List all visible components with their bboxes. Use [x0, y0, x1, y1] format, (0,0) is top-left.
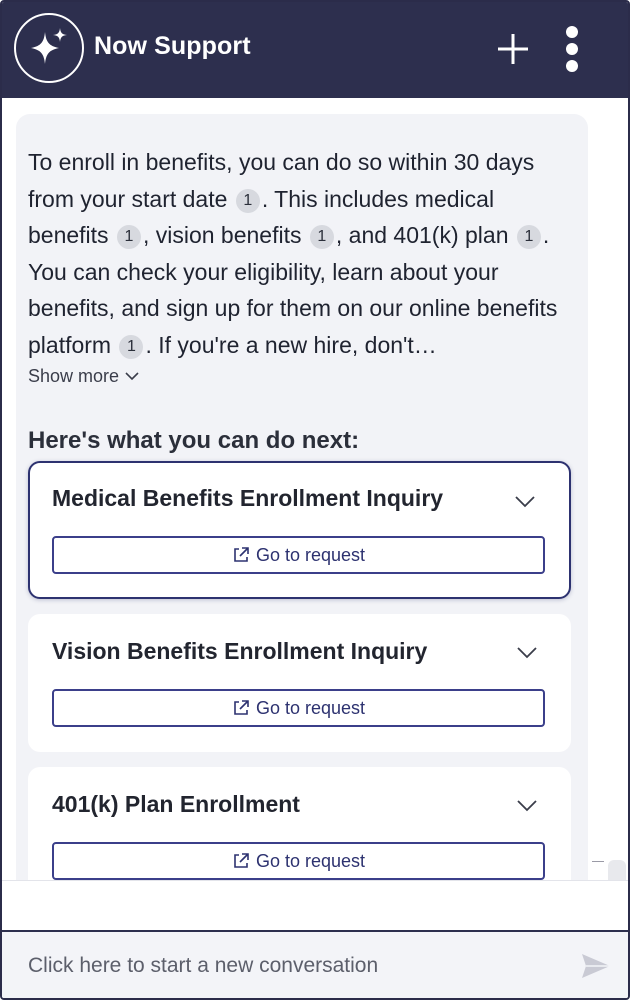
- send-icon[interactable]: [580, 952, 612, 980]
- spacer: [2, 880, 628, 930]
- card-title: Vision Benefits Enrollment Inquiry: [52, 638, 428, 664]
- citation-badge[interactable]: 1: [309, 225, 334, 249]
- chat-scroll-area[interactable]: To enroll in benefits, you can do so wit…: [2, 98, 628, 880]
- next-step-card[interactable]: Vision Benefits Enrollment Inquiry Go to…: [28, 614, 571, 752]
- assistant-message-text: To enroll in benefits, you can do so wit…: [28, 144, 563, 363]
- external-link-icon: [234, 700, 249, 715]
- divider: [592, 861, 604, 862]
- scrollbar-thumb[interactable]: [608, 860, 626, 880]
- new-chat-button[interactable]: [494, 30, 532, 68]
- sparkle-icon: [14, 13, 84, 83]
- citation-badge[interactable]: 1: [119, 334, 144, 359]
- message-text: , and 401(k) plan: [335, 222, 509, 248]
- chevron-down-icon[interactable]: [515, 797, 539, 813]
- kebab-menu-icon[interactable]: [560, 24, 584, 74]
- composer-bar: Click here to start a new conversation: [2, 930, 628, 998]
- message-text: . If you're a new hire, don't…: [145, 331, 437, 358]
- chevron-down-icon[interactable]: [513, 493, 537, 509]
- citation-badge[interactable]: 1: [235, 188, 260, 213]
- new-conversation-input[interactable]: Click here to start a new conversation: [28, 954, 548, 978]
- external-link-icon: [234, 547, 249, 562]
- scrollbar-track[interactable]: [590, 98, 628, 880]
- card-title: 401(k) Plan Enrollment: [52, 791, 300, 817]
- go-to-request-button[interactable]: Go to request: [52, 842, 545, 880]
- external-link-icon: [234, 853, 249, 868]
- citation-badge[interactable]: 1: [116, 225, 141, 249]
- citation-badge[interactable]: 1: [516, 225, 541, 249]
- go-to-request-button[interactable]: Go to request: [52, 689, 545, 727]
- assistant-message-bubble: To enroll in benefits, you can do so wit…: [16, 114, 588, 880]
- chat-window: Now Support To enroll in benefits, you c…: [0, 0, 630, 1000]
- go-to-request-label: Go to request: [255, 544, 366, 565]
- header-bar: Now Support: [2, 2, 628, 98]
- chevron-down-icon: [125, 372, 139, 381]
- go-to-request-button[interactable]: Go to request: [52, 536, 545, 574]
- chevron-down-icon[interactable]: [515, 644, 539, 660]
- next-step-card[interactable]: 401(k) Plan Enrollment Go to request: [28, 767, 571, 880]
- message-text: , vision benefits: [142, 222, 302, 248]
- app-title: Now Support: [94, 32, 251, 60]
- next-steps-heading: Here's what you can do next:: [28, 427, 360, 454]
- plus-icon: [498, 34, 528, 64]
- show-more-button[interactable]: Show more: [28, 366, 139, 387]
- go-to-request-label: Go to request: [255, 850, 366, 871]
- go-to-request-label: Go to request: [255, 697, 366, 718]
- card-title: Medical Benefits Enrollment Inquiry: [52, 485, 444, 511]
- next-step-card[interactable]: Medical Benefits Enrollment Inquiry Go t…: [28, 461, 571, 599]
- show-more-label: Show more: [28, 366, 120, 386]
